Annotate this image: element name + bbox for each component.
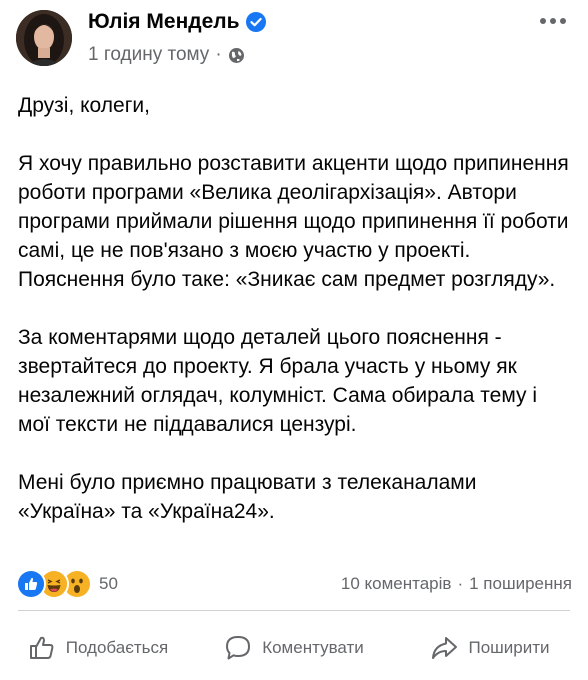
comment-label: Коментувати [262, 638, 364, 657]
author-name-row: Юлія Мендель [88, 10, 266, 34]
meta-separator: · [215, 44, 222, 65]
post-header: Юлія Мендель 1 годину тому · [0, 0, 588, 80]
thumbs-up-icon [29, 636, 54, 659]
more-options-icon[interactable] [540, 18, 566, 24]
post-paragraph: За коментарями щодо деталей цього поясне… [18, 326, 537, 436]
engagement-counts: 10 коментарів · 1 поширення [341, 574, 572, 594]
comment-icon [226, 636, 251, 660]
post-time[interactable]: 1 годину тому [88, 44, 209, 66]
post-paragraph: Мені було приємно працювати з телеканала… [18, 471, 477, 523]
post-paragraph: Друзі, колеги, [18, 94, 150, 117]
more-dot [550, 18, 556, 24]
divider [18, 610, 570, 611]
share-label: Поширити [468, 638, 550, 657]
comment-button[interactable]: Коментувати [196, 620, 392, 676]
post-text: Друзі, колеги, Я хочу правильно розстави… [18, 91, 574, 555]
avatar-photo [16, 10, 72, 66]
post-stats: 50 10 коментарів · 1 поширення [0, 566, 588, 602]
stats-separator: · [457, 574, 464, 593]
comments-count[interactable]: 10 коментарів [341, 574, 452, 594]
more-dot [540, 18, 546, 24]
more-dot [560, 18, 566, 24]
reactions-summary[interactable]: 50 [16, 569, 118, 599]
post-meta: 1 годину тому · [88, 44, 245, 66]
share-icon [432, 637, 458, 659]
like-reaction-icon [16, 569, 46, 599]
post-actions: Подобається Коментувати Поширити [0, 620, 588, 676]
verified-badge-icon [245, 12, 266, 32]
like-label: Подобається [65, 638, 169, 657]
shares-count[interactable]: 1 поширення [469, 574, 572, 594]
post-paragraph: Я хочу правильно розставити акценти щодо… [18, 152, 569, 291]
like-button[interactable]: Подобається [0, 620, 196, 676]
share-button[interactable]: Поширити [392, 620, 588, 676]
author-name[interactable]: Юлія Мендель [88, 10, 240, 34]
reactions-count: 50 [99, 574, 118, 593]
globe-icon[interactable] [228, 47, 245, 64]
avatar[interactable] [16, 10, 72, 66]
